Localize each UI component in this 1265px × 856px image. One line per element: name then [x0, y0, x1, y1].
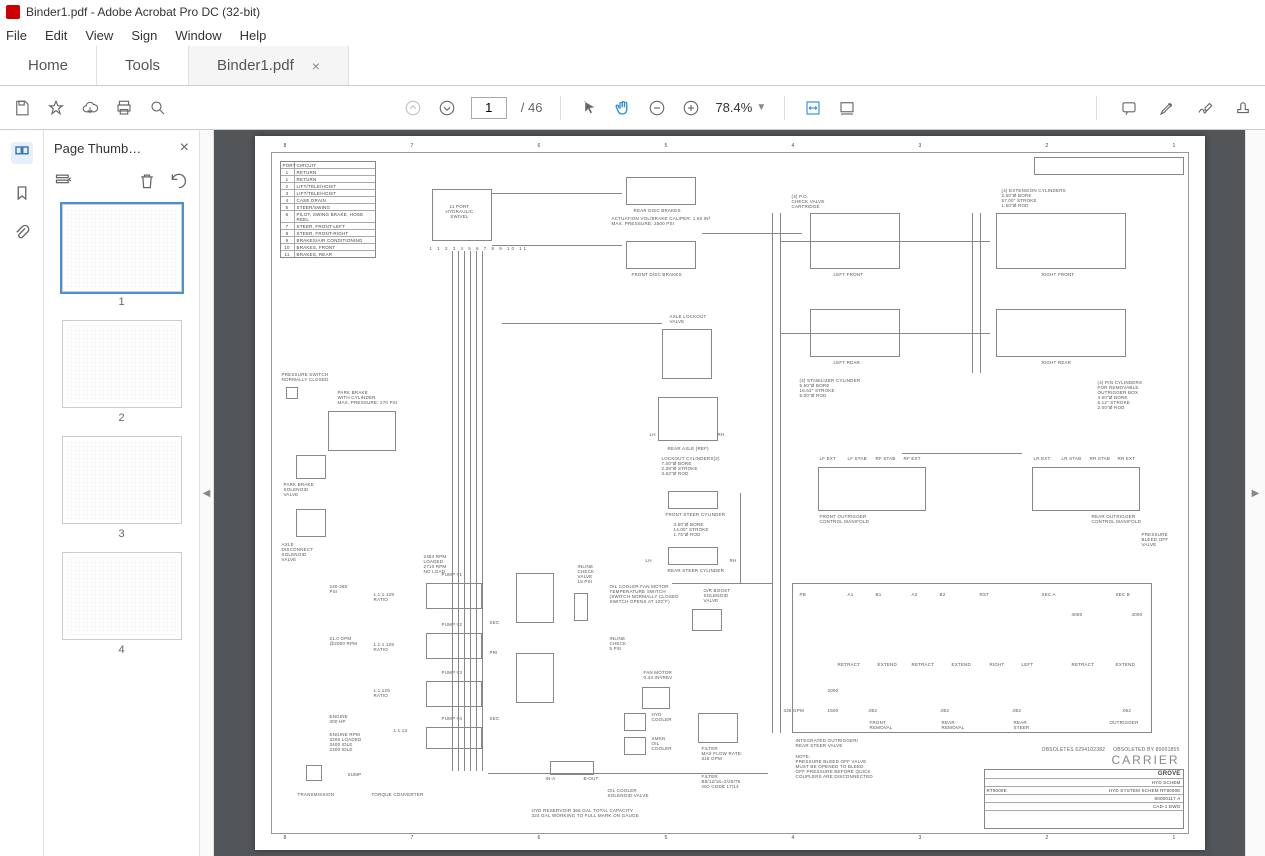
- read-mode-icon[interactable]: [837, 98, 857, 118]
- thumbnail-item[interactable]: 3: [50, 436, 193, 540]
- cloud-icon[interactable]: [80, 98, 100, 118]
- pointer-icon[interactable]: [579, 98, 599, 118]
- delete-icon[interactable]: [137, 172, 157, 190]
- titlebar: Binder1.pdf - Adobe Acrobat Pro DC (32-b…: [0, 0, 1265, 24]
- fit-width-icon[interactable]: [803, 98, 823, 118]
- collapse-handle-left[interactable]: ◀: [200, 130, 214, 856]
- separator: [560, 96, 561, 120]
- window-title: Binder1.pdf - Adobe Acrobat Pro DC (32-b…: [26, 5, 260, 19]
- chevron-left-icon: ◀: [203, 488, 211, 499]
- separator: [784, 96, 785, 120]
- thumbnail-list[interactable]: 1 2 3 4: [44, 196, 199, 856]
- rotate-icon[interactable]: [169, 172, 189, 190]
- sign-icon[interactable]: [1195, 98, 1215, 118]
- tab-document[interactable]: Binder1.pdf ×: [189, 46, 349, 85]
- rear-outrigger-manifold: [1032, 467, 1140, 511]
- schematic-drawing: 87654321 87654321 PORTCIRCUIT 1RETURN 1R…: [271, 152, 1189, 834]
- toolbar: / 46 78.4% ▼: [0, 86, 1265, 130]
- carrier-text: CARRIER: [1111, 753, 1179, 767]
- front-outrigger-manifold: [818, 467, 926, 511]
- zoom-out-icon[interactable]: [647, 98, 667, 118]
- pdf-icon: [6, 5, 20, 19]
- thumbnail-item[interactable]: 4: [50, 552, 193, 656]
- hand-icon[interactable]: [613, 98, 633, 118]
- page-down-icon[interactable]: [437, 98, 457, 118]
- highlight-icon[interactable]: [1157, 98, 1177, 118]
- titleblock: GROVE HYD SCHEM RT9000EHYD SYSTEM SCHEM …: [984, 769, 1184, 829]
- thumbnail-panel: Page Thumb… × 1 2 3 4: [44, 130, 200, 856]
- port-table: PORTCIRCUIT 1RETURN 1RETURN 2LIFT/TELE/H…: [280, 161, 376, 258]
- tab-home[interactable]: Home: [0, 46, 97, 85]
- toolbar-center: / 46 78.4% ▼: [403, 96, 857, 120]
- thumbnail-item[interactable]: 1: [50, 204, 193, 308]
- close-tab-icon[interactable]: ×: [312, 58, 320, 74]
- search-icon[interactable]: [148, 98, 168, 118]
- tabbar: Home Tools Binder1.pdf ×: [0, 46, 1265, 86]
- left-rail: [0, 130, 44, 856]
- front-disc-block: [626, 241, 696, 269]
- document-view[interactable]: 87654321 87654321 PORTCIRCUIT 1RETURN 1R…: [214, 130, 1245, 856]
- park-brake-block: [328, 411, 396, 451]
- ruler-bottom: 87654321: [272, 835, 1188, 843]
- page-sheet: 87654321 87654321 PORTCIRCUIT 1RETURN 1R…: [255, 136, 1205, 850]
- star-icon[interactable]: [46, 98, 66, 118]
- close-panel-icon[interactable]: ×: [180, 139, 189, 157]
- integrated-valve-block: [792, 583, 1152, 733]
- menu-window[interactable]: Window: [175, 28, 221, 43]
- page-up-icon[interactable]: [403, 98, 423, 118]
- axle-lockout-block: [662, 329, 712, 379]
- right-rear-block: [996, 309, 1126, 357]
- menu-view[interactable]: View: [85, 28, 113, 43]
- print-icon[interactable]: [114, 98, 134, 118]
- bookmark-icon[interactable]: [11, 182, 33, 204]
- thumbnail-item[interactable]: 2: [50, 320, 193, 424]
- attachment-icon[interactable]: [11, 222, 33, 244]
- menubar: File Edit View Sign Window Help: [0, 24, 1265, 46]
- thumbnails-icon[interactable]: [11, 142, 33, 164]
- stamp-icon[interactable]: [1233, 98, 1253, 118]
- collapse-handle-right[interactable]: ▶: [1245, 130, 1265, 856]
- rear-disc-block: [626, 177, 696, 205]
- chevron-right-icon: ▶: [1252, 488, 1260, 499]
- separator: [1096, 96, 1097, 120]
- menu-file[interactable]: File: [6, 28, 27, 43]
- thumbnail-header: Page Thumb… ×: [44, 130, 199, 166]
- page-input[interactable]: [471, 97, 507, 119]
- ruler-top: 87654321: [272, 143, 1188, 151]
- thumbnail-tools: [44, 166, 199, 196]
- page-total: / 46: [521, 100, 543, 115]
- tab-tools[interactable]: Tools: [97, 46, 189, 85]
- comment-icon[interactable]: [1119, 98, 1139, 118]
- save-icon[interactable]: [12, 98, 32, 118]
- menu-help[interactable]: Help: [240, 28, 267, 43]
- zoom-in-icon[interactable]: [681, 98, 701, 118]
- right-front-block: [996, 213, 1126, 269]
- thumbnail-title: Page Thumb…: [54, 141, 141, 156]
- chevron-down-icon: ▼: [756, 102, 766, 113]
- menu-sign[interactable]: Sign: [131, 28, 157, 43]
- menu-edit[interactable]: Edit: [45, 28, 67, 43]
- toolbar-right: [1092, 96, 1253, 120]
- zoom-display[interactable]: 78.4% ▼: [715, 100, 766, 115]
- options-icon[interactable]: [54, 172, 74, 190]
- content-area: Page Thumb… × 1 2 3 4: [0, 130, 1265, 856]
- revision-block: [1034, 157, 1184, 175]
